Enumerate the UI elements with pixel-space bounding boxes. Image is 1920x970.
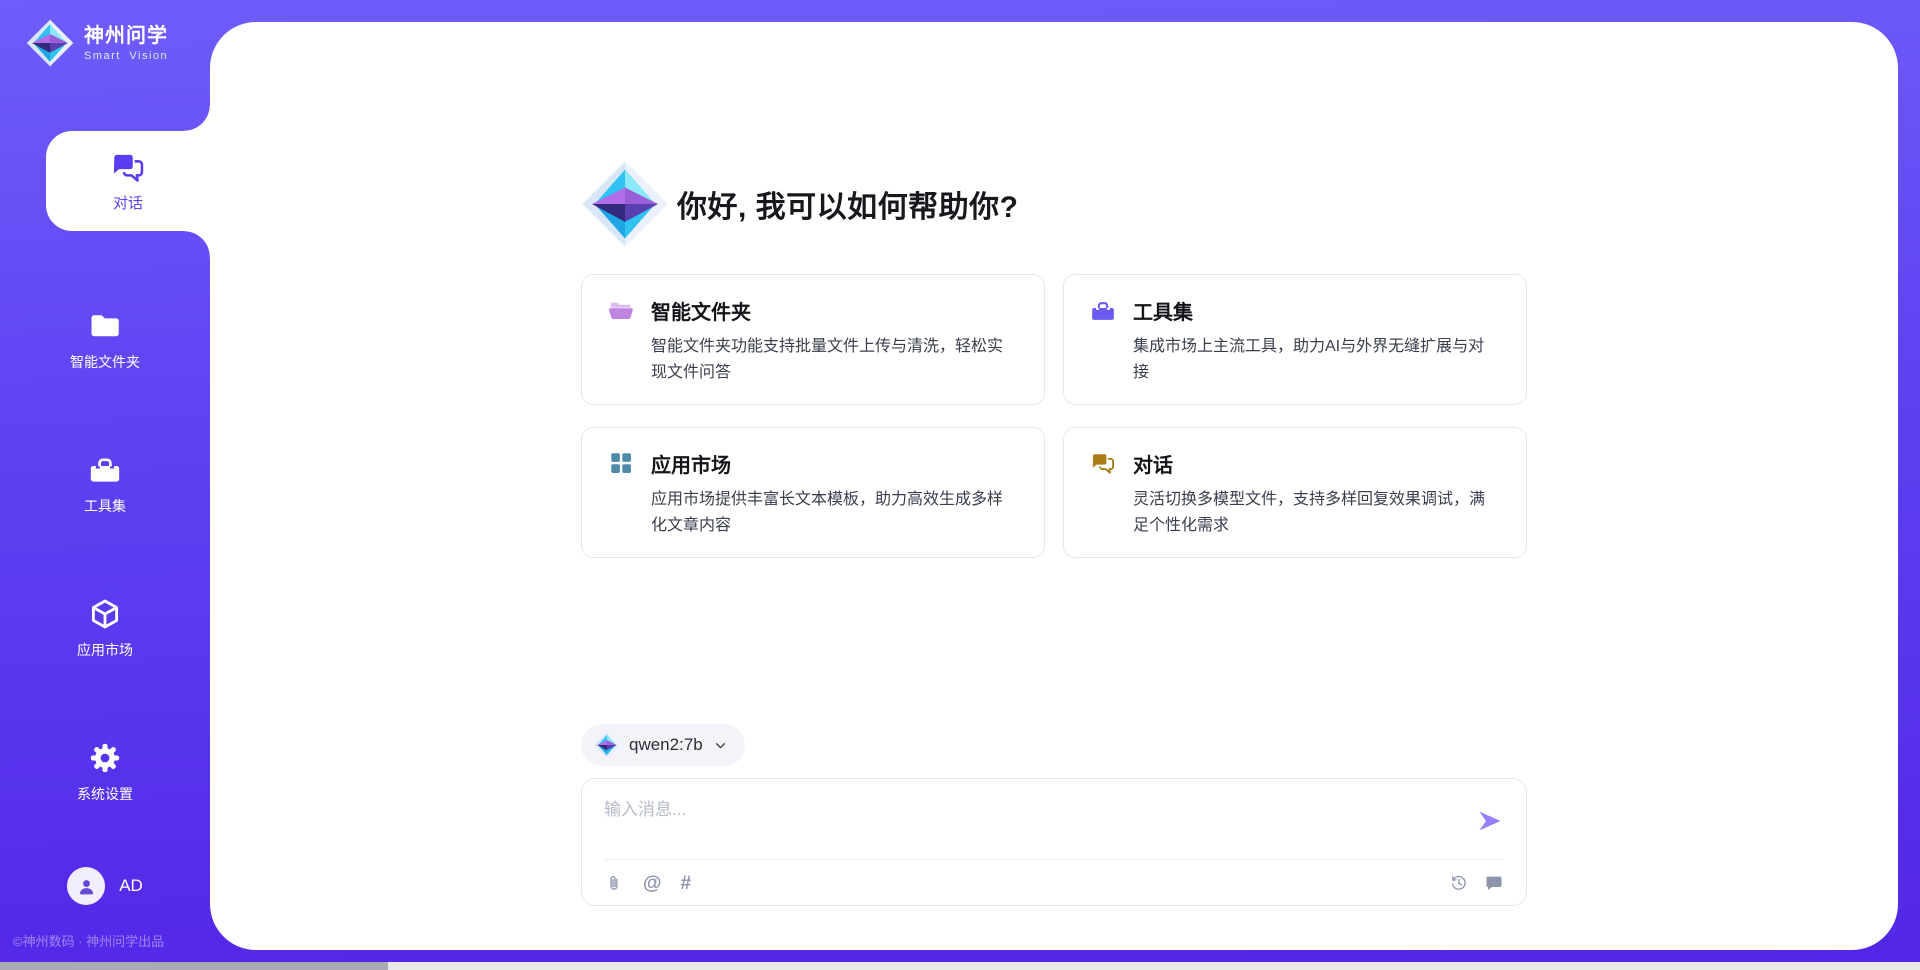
sidebar-item-label: 对话: [113, 192, 143, 213]
toolbar-left: @ #: [604, 873, 691, 893]
brand: 神州问学 Smart Vision: [26, 16, 210, 70]
sidebar-item-chat[interactable]: 对话: [46, 131, 210, 231]
card-description: 应用市场提供丰富长文本模板，助力高效生成多样化文章内容: [651, 487, 1018, 539]
app-window: 神州问学 Smart Vision 对话 智能文件夹 工具集: [0, 0, 1920, 970]
horizontal-scrollbar[interactable]: [0, 962, 1920, 970]
card-title: 智能文件夹: [651, 296, 751, 325]
brand-name: 神州问学: [84, 25, 168, 47]
sidebar-item-label: 应用市场: [77, 640, 133, 660]
topic-button[interactable]: #: [681, 874, 692, 893]
cube-icon: [88, 597, 122, 631]
card-chat[interactable]: 对话 灵活切换多模型文件，支持多样回复效果调试，满足个性化需求: [1063, 427, 1527, 558]
conversation-button[interactable]: [1484, 873, 1504, 893]
chat-icon: [110, 149, 146, 185]
model-name: qwen2:7b: [629, 735, 703, 755]
card-description: 集成市场上主流工具，助力AI与外界无缝扩展与对接: [1133, 334, 1500, 386]
gear-icon: [88, 741, 122, 775]
card-title: 工具集: [1133, 296, 1193, 325]
diamond-logo-icon: [26, 19, 74, 67]
card-description: 灵活切换多模型文件，支持多样回复效果调试，满足个性化需求: [1133, 487, 1500, 539]
sidebar-nav: 对话 智能文件夹 工具集 应用市场 系统设置: [0, 70, 210, 807]
card-header: 工具集: [1090, 296, 1500, 325]
composer-toolbar: @ #: [604, 860, 1504, 893]
send-button[interactable]: [1476, 807, 1504, 835]
model-selector[interactable]: qwen2:7b: [581, 724, 745, 766]
sidebar-item-smart-folder[interactable]: 智能文件夹: [0, 305, 210, 375]
sidebar-bottom: AD ©神州数码 · 神州问学出品: [0, 867, 210, 962]
card-smart-folder[interactable]: 智能文件夹 智能文件夹功能支持批量文件上传与清洗，轻松实现文件问答: [581, 274, 1045, 405]
attach-file-button[interactable]: [604, 873, 624, 893]
brand-subtitle: Smart Vision: [84, 50, 168, 62]
card-app-market[interactable]: 应用市场 应用市场提供丰富长文本模板，助力高效生成多样化文章内容: [581, 427, 1045, 558]
card-description: 智能文件夹功能支持批量文件上传与清洗，轻松实现文件问答: [651, 334, 1018, 386]
card-title: 对话: [1133, 449, 1173, 478]
main-content: 你好, 我可以如何帮助你? 智能文件夹 智能文件夹功能支持批量文件上传与清洗，轻…: [581, 22, 1527, 950]
diamond-logo-icon: [581, 160, 669, 248]
diamond-logo-icon: [594, 732, 620, 758]
folder-open-icon: [608, 298, 634, 324]
toolbar-right: [1449, 873, 1504, 893]
sidebar-item-toolset[interactable]: 工具集: [0, 449, 210, 519]
card-header: 应用市场: [608, 449, 1018, 478]
bubble-icon: [1484, 873, 1504, 893]
app-background: 神州问学 Smart Vision 对话 智能文件夹 工具集: [0, 0, 1920, 962]
sidebar-item-app-market[interactable]: 应用市场: [0, 593, 210, 663]
toolbox-icon: [88, 453, 122, 487]
hash-icon: #: [681, 874, 692, 893]
chevron-down-icon: [712, 737, 729, 754]
mention-button[interactable]: @: [643, 874, 662, 893]
spacer: [581, 558, 1527, 724]
card-header: 智能文件夹: [608, 296, 1018, 325]
card-toolset[interactable]: 工具集 集成市场上主流工具，助力AI与外界无缝扩展与对接: [1063, 274, 1527, 405]
sidebar-item-label: 系统设置: [77, 784, 133, 804]
folder-icon: [88, 309, 122, 343]
composer-input-row: [604, 795, 1504, 849]
greeting-block: 你好, 我可以如何帮助你?: [581, 160, 1527, 248]
sidebar-item-label: 智能文件夹: [70, 352, 140, 372]
sidebar-item-label: 工具集: [84, 496, 126, 516]
message-input[interactable]: [604, 795, 1476, 849]
user-menu[interactable]: AD: [0, 867, 210, 905]
sidebar: 神州问学 Smart Vision 对话 智能文件夹 工具集: [0, 0, 210, 962]
history-button[interactable]: [1449, 873, 1469, 893]
send-icon: [1476, 807, 1504, 835]
main-panel: 你好, 我可以如何帮助你? 智能文件夹 智能文件夹功能支持批量文件上传与清洗，轻…: [210, 22, 1898, 950]
greeting-title: 你好, 我可以如何帮助你?: [677, 182, 1019, 226]
paperclip-icon: [604, 873, 624, 893]
user-name: AD: [119, 876, 143, 896]
feature-cards: 智能文件夹 智能文件夹功能支持批量文件上传与清洗，轻松实现文件问答 工具集 集成…: [581, 274, 1527, 558]
at-icon: @: [643, 874, 662, 893]
sidebar-item-system-settings[interactable]: 系统设置: [0, 737, 210, 807]
card-title: 应用市场: [651, 449, 731, 478]
copyright: ©神州数码 · 神州问学出品: [0, 931, 210, 962]
person-icon: [76, 876, 97, 897]
grid-icon: [608, 450, 634, 476]
card-header: 对话: [1090, 449, 1500, 478]
message-composer: @ #: [581, 778, 1527, 906]
avatar: [67, 867, 105, 905]
brand-text: 神州问学 Smart Vision: [84, 25, 168, 62]
history-icon: [1449, 873, 1469, 893]
toolbox-icon: [1090, 298, 1116, 324]
chat-icon: [1090, 450, 1116, 476]
scrollbar-thumb[interactable]: [0, 962, 388, 970]
